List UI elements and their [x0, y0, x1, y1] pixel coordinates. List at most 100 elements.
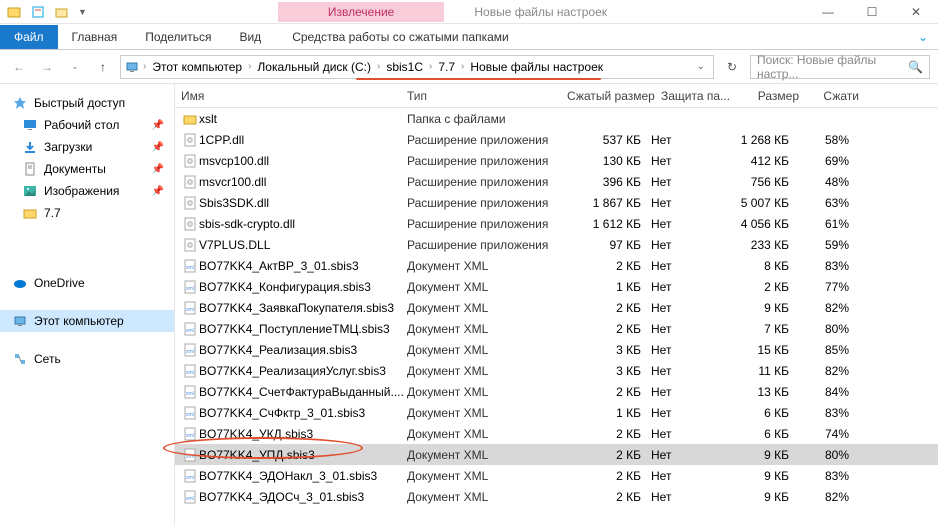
file-compressed: 2 КБ: [567, 448, 651, 462]
file-compressed: 537 КБ: [567, 133, 651, 147]
breadcrumb-dropdown-icon[interactable]: ⌄: [693, 61, 709, 72]
file-row[interactable]: xmlBO77KK4_АктВР_3_01.sbis3Документ XML2…: [175, 255, 938, 276]
file-name: BO77KK4_ПоступлениеТМЦ.sbis3: [199, 322, 407, 336]
file-row[interactable]: xmlBO77KK4_СчФктр_3_01.sbis3Документ XML…: [175, 402, 938, 423]
svg-text:xml: xml: [186, 475, 194, 481]
file-list[interactable]: xsltПапка с файлами1CPP.dllРасширение пр…: [175, 108, 938, 507]
minimize-button[interactable]: —: [806, 0, 850, 24]
file-name: xslt: [199, 112, 407, 126]
sidebar-onedrive[interactable]: OneDrive: [0, 272, 174, 294]
breadcrumb[interactable]: › Этот компьютер › Локальный диск (C:) ›…: [120, 55, 714, 79]
sidebar-thispc[interactable]: Этот компьютер: [0, 310, 174, 332]
file-compressed: 3 КБ: [567, 343, 651, 357]
ribbon-archive-tab[interactable]: Средства работы со сжатыми папками: [278, 25, 523, 49]
file-ratio: 82%: [797, 364, 855, 378]
file-protection: Нет: [651, 322, 723, 336]
contextual-tab-extract[interactable]: Извлечение: [278, 2, 444, 22]
file-row[interactable]: xmlBO77KK4_Конфигурация.sbis3Документ XM…: [175, 276, 938, 297]
crumb-current[interactable]: Новые файлы настроек: [468, 58, 605, 76]
sidebar-downloads[interactable]: Загрузки 📌: [0, 136, 174, 158]
new-folder-icon[interactable]: [54, 4, 70, 20]
qat-dropdown-icon[interactable]: ▼: [78, 7, 87, 17]
back-button[interactable]: ←: [8, 56, 30, 78]
file-name: msvcp100.dll: [199, 154, 407, 168]
file-row[interactable]: msvcp100.dllРасширение приложения130 КБН…: [175, 150, 938, 171]
sidebar-documents[interactable]: Документы 📌: [0, 158, 174, 180]
file-row[interactable]: xmlBO77KK4_РеализацияУслуг.sbis3Документ…: [175, 360, 938, 381]
file-type: Документ XML: [407, 385, 567, 399]
sidebar-desktop[interactable]: Рабочий стол 📌: [0, 114, 174, 136]
desktop-icon: [22, 117, 38, 133]
crumb-sbis1c[interactable]: sbis1C: [384, 58, 425, 76]
chevron-right-icon[interactable]: ›: [143, 61, 146, 72]
file-row[interactable]: sbis-sdk-crypto.dllРасширение приложения…: [175, 213, 938, 234]
chevron-right-icon[interactable]: ›: [461, 61, 464, 72]
pin-icon: 📌: [152, 142, 164, 153]
search-input[interactable]: Поиск: Новые файлы настр... 🔍: [750, 55, 930, 79]
xml-icon: xml: [181, 490, 199, 504]
file-row[interactable]: xmlBO77KK4_ПоступлениеТМЦ.sbis3Документ …: [175, 318, 938, 339]
file-size: 2 КБ: [723, 280, 797, 294]
file-ratio: 74%: [797, 427, 855, 441]
file-row[interactable]: msvcr100.dllРасширение приложения396 КБН…: [175, 171, 938, 192]
network-icon: [12, 351, 28, 367]
up-button[interactable]: ↑: [92, 56, 114, 78]
ribbon-share-tab[interactable]: Поделиться: [131, 25, 225, 49]
properties-icon[interactable]: [30, 4, 46, 20]
search-icon[interactable]: 🔍: [908, 60, 923, 74]
file-row[interactable]: xmlBO77KK4_СчетФактураВыданный....Докуме…: [175, 381, 938, 402]
file-row[interactable]: 1CPP.dllРасширение приложения537 КБНет1 …: [175, 129, 938, 150]
recent-dropdown[interactable]: ⌄: [64, 56, 86, 78]
svg-text:xml: xml: [186, 370, 194, 376]
ribbon-file-tab[interactable]: Файл: [0, 25, 58, 49]
file-row[interactable]: xmlBO77KK4_Реализация.sbis3Документ XML3…: [175, 339, 938, 360]
file-ratio: 77%: [797, 280, 855, 294]
header-name[interactable]: Имя: [181, 89, 407, 103]
chevron-right-icon[interactable]: ›: [377, 61, 380, 72]
sidebar-pictures[interactable]: Изображения 📌: [0, 180, 174, 202]
file-ratio: 61%: [797, 217, 855, 231]
pin-icon: 📌: [152, 164, 164, 175]
folder-icon: [181, 112, 199, 126]
file-protection: Нет: [651, 175, 723, 189]
file-row[interactable]: xmlBO77KK4_УКД.sbis3Документ XML2 КБНет6…: [175, 423, 938, 444]
file-row[interactable]: xmlBO77KK4_ЭДОСч_3_01.sbis3Документ XML2…: [175, 486, 938, 507]
file-size: 11 КБ: [723, 364, 797, 378]
file-type: Расширение приложения: [407, 133, 567, 147]
file-row[interactable]: xmlBO77KK4_ЗаявкаПокупателя.sbis3Докумен…: [175, 297, 938, 318]
file-protection: Нет: [651, 133, 723, 147]
maximize-button[interactable]: ☐: [850, 0, 894, 24]
chevron-right-icon[interactable]: ›: [429, 61, 432, 72]
ribbon-view-tab[interactable]: Вид: [225, 25, 275, 49]
chevron-right-icon[interactable]: ›: [248, 61, 251, 72]
sidebar-item-label: Документы: [44, 162, 106, 176]
file-row[interactable]: V7PLUS.DLLРасширение приложения97 КБНет2…: [175, 234, 938, 255]
ribbon-home-tab[interactable]: Главная: [58, 25, 132, 49]
file-protection: Нет: [651, 238, 723, 252]
crumb-drive[interactable]: Локальный диск (C:): [255, 58, 373, 76]
sidebar-network[interactable]: Сеть: [0, 348, 174, 370]
header-protection[interactable]: Защита па...: [661, 89, 733, 103]
file-type: Документ XML: [407, 490, 567, 504]
header-type[interactable]: Тип: [407, 89, 567, 103]
refresh-button[interactable]: ↻: [720, 55, 744, 79]
ribbon-expand-icon[interactable]: ⌄: [908, 30, 938, 44]
forward-button[interactable]: →: [36, 56, 58, 78]
file-row[interactable]: xmlBO77KK4_УПД.sbis3Документ XML2 КБНет9…: [175, 444, 938, 465]
file-row[interactable]: Sbis3SDK.dllРасширение приложения1 867 К…: [175, 192, 938, 213]
svg-text:xml: xml: [186, 307, 194, 313]
crumb-thispc[interactable]: Этот компьютер: [150, 58, 244, 76]
header-compressed[interactable]: Сжатый размер: [567, 89, 661, 103]
header-size[interactable]: Размер: [733, 89, 807, 103]
file-protection: Нет: [651, 217, 723, 231]
file-protection: Нет: [651, 301, 723, 315]
file-row[interactable]: xmlBO77KK4_ЭДОНакл_3_01.sbis3Документ XM…: [175, 465, 938, 486]
crumb-77[interactable]: 7.7: [436, 58, 457, 76]
file-row[interactable]: xsltПапка с файлами: [175, 108, 938, 129]
search-placeholder: Поиск: Новые файлы настр...: [757, 53, 908, 81]
sidebar-quick-access[interactable]: Быстрый доступ: [0, 92, 174, 114]
header-ratio[interactable]: Сжати: [807, 89, 865, 103]
sidebar-folder-77[interactable]: 7.7: [0, 202, 174, 224]
close-button[interactable]: ✕: [894, 0, 938, 24]
file-name: BO77KK4_ЭДОНакл_3_01.sbis3: [199, 469, 407, 483]
